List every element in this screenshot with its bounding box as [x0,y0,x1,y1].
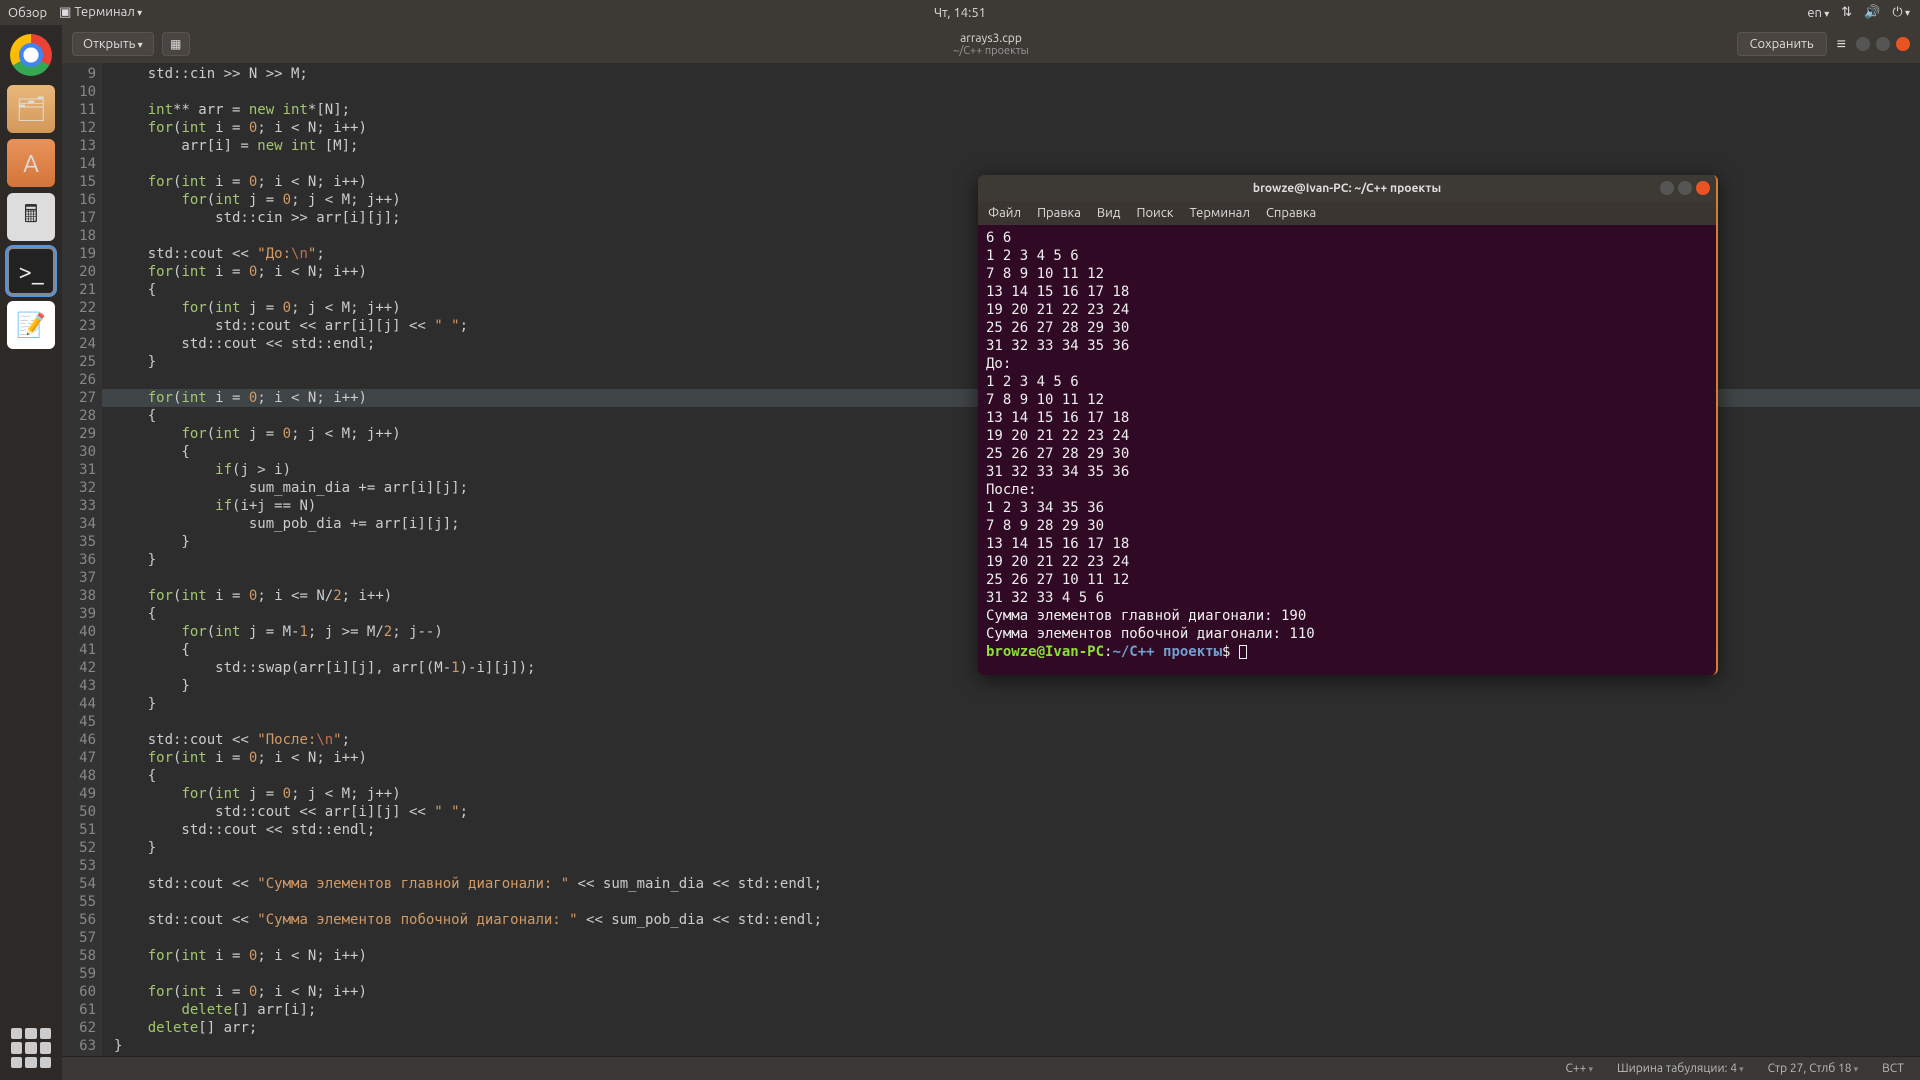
terminal-output-line: 1 2 3 34 35 36 [986,499,1708,517]
terminal-window: browze@Ivan-PC: ~/C++ проекты Файл Правка… [978,175,1718,675]
dock-text-editor-icon[interactable]: 📝 [7,301,55,349]
code-line[interactable] [114,857,1920,875]
terminal-titlebar[interactable]: browze@Ivan-PC: ~/C++ проекты [978,175,1716,201]
power-icon[interactable]: ⏻ [1892,5,1910,20]
terminal-menu-item[interactable]: Справка [1266,206,1316,220]
network-icon[interactable]: ⇅ [1841,5,1852,20]
open-button[interactable]: Открыть [72,32,154,56]
terminal-prompt[interactable]: browze@Ivan-PC:~/C++ проекты$ [986,643,1708,661]
terminal-title: browze@Ivan-PC: ~/C++ проекты [1253,182,1441,195]
editor-header: Открыть ▦ arrays3.cpp ~/C++ проекты Сохр… [62,25,1920,63]
dock-calculator-icon[interactable]: 🖩 [7,193,55,241]
show-applications-icon[interactable] [11,1028,51,1068]
app-menu-label: Терминал [74,5,134,19]
code-line[interactable] [114,929,1920,947]
terminal-output-line: До: [986,355,1708,373]
code-line[interactable]: delete[] arr; [114,1019,1920,1037]
code-line[interactable]: std::cin >> N >> M; [114,65,1920,83]
close-button[interactable] [1896,37,1910,51]
code-line[interactable] [114,965,1920,983]
code-line[interactable]: } [114,1037,1920,1055]
app-menu[interactable]: ▣ Терминал [59,5,142,20]
code-line[interactable]: delete[] arr[i]; [114,1001,1920,1019]
terminal-output-line: 19 20 21 22 23 24 [986,301,1708,319]
code-line[interactable]: } [114,677,1920,695]
terminal-menubar: Файл Правка Вид Поиск Терминал Справка [978,201,1716,225]
dock-software-icon[interactable]: A [7,139,55,187]
terminal-menu-item[interactable]: Терминал [1189,206,1249,220]
editor-filepath: ~/C++ проекты [953,45,1029,57]
new-tab-button[interactable]: ▦ [162,32,190,56]
terminal-output-line: Сумма элементов главной диагонали: 190 [986,607,1708,625]
terminal-output-line: 7 8 9 28 29 30 [986,517,1708,535]
editor-title: arrays3.cpp ~/C++ проекты [953,32,1029,57]
code-line[interactable]: for(int j = 0; j < M; j++) [114,785,1920,803]
code-line[interactable] [114,83,1920,101]
terminal-menu-item[interactable]: Файл [988,206,1021,220]
dock-files-icon[interactable]: 🗂 [7,85,55,133]
language-indicator[interactable]: en [1807,6,1829,20]
terminal-output-line: 6 6 [986,229,1708,247]
status-language[interactable]: C++ [1565,1062,1593,1075]
code-line[interactable]: int** arr = new int*[N]; [114,101,1920,119]
code-line[interactable]: } [114,695,1920,713]
terminal-output-line: Сумма элементов побочной диагонали: 110 [986,625,1708,643]
hamburger-menu-icon[interactable]: ≡ [1837,35,1846,54]
volume-icon[interactable]: 🔊 [1864,5,1880,20]
terminal-output-line: 1 2 3 4 5 6 [986,373,1708,391]
terminal-output-line: 25 26 27 10 11 12 [986,571,1708,589]
top-panel: Обзор ▣ Терминал Чт, 14:51 en ⇅ 🔊 ⏻ [0,0,1920,25]
terminal-menu-item[interactable]: Поиск [1136,206,1173,220]
code-line[interactable]: std::cout << "Сумма элементов главной ди… [114,875,1920,893]
code-line[interactable]: std::cout << arr[i][j] << " "; [114,803,1920,821]
terminal-close-button[interactable] [1696,181,1710,195]
code-line[interactable]: std::cout << "После:\n"; [114,731,1920,749]
terminal-output-line: 13 14 15 16 17 18 [986,409,1708,427]
status-insert-mode[interactable]: ВСТ [1882,1062,1904,1075]
minimize-button[interactable] [1856,37,1870,51]
terminal-body[interactable]: 6 61 2 3 4 5 67 8 9 10 11 1213 14 15 16 … [978,225,1716,675]
dock-terminal-icon[interactable]: >_ [7,247,55,295]
save-button[interactable]: Сохранить [1737,32,1827,56]
code-line[interactable]: for(int i = 0; i < N; i++) [114,119,1920,137]
maximize-button[interactable] [1876,37,1890,51]
code-line[interactable]: for(int i = 0; i < N; i++) [114,983,1920,1001]
code-line[interactable]: for(int i = 0; i < N; i++) [114,947,1920,965]
code-line[interactable]: std::cout << std::endl; [114,821,1920,839]
terminal-output-line: 13 14 15 16 17 18 [986,535,1708,553]
terminal-output-line: 19 20 21 22 23 24 [986,553,1708,571]
status-position[interactable]: Стр 27, Стлб 18 [1768,1062,1859,1075]
terminal-maximize-button[interactable] [1678,181,1692,195]
terminal-output-line: 31 32 33 4 5 6 [986,589,1708,607]
code-line[interactable]: { [114,767,1920,785]
dock: 🗂 A 🖩 >_ 📝 [0,25,62,1080]
terminal-output-line: 7 8 9 10 11 12 [986,265,1708,283]
activities-button[interactable]: Обзор [8,6,47,20]
terminal-output-line: 25 26 27 28 29 30 [986,319,1708,337]
code-line[interactable] [114,893,1920,911]
code-line[interactable]: arr[i] = new int [M]; [114,137,1920,155]
terminal-output-line: 19 20 21 22 23 24 [986,427,1708,445]
terminal-output-line: 13 14 15 16 17 18 [986,283,1708,301]
terminal-menu-item[interactable]: Вид [1097,206,1121,220]
terminal-output-line: 1 2 3 4 5 6 [986,247,1708,265]
terminal-output-line: После: [986,481,1708,499]
status-bar: C++ Ширина табуляции: 4 Стр 27, Стлб 18 … [62,1056,1920,1080]
terminal-output-line: 7 8 9 10 11 12 [986,391,1708,409]
code-line[interactable] [114,155,1920,173]
editor-filename: arrays3.cpp [953,32,1029,45]
terminal-output-line: 31 32 33 34 35 36 [986,337,1708,355]
line-number-gutter: 9101112131415161718192021222324252627282… [62,63,102,1056]
terminal-menu-item[interactable]: Правка [1037,206,1081,220]
code-line[interactable] [114,713,1920,731]
terminal-output-line: 31 32 33 34 35 36 [986,463,1708,481]
clock[interactable]: Чт, 14:51 [934,6,986,20]
code-line[interactable]: for(int i = 0; i < N; i++) [114,749,1920,767]
terminal-minimize-button[interactable] [1660,181,1674,195]
terminal-output-line: 25 26 27 28 29 30 [986,445,1708,463]
status-tabwidth[interactable]: Ширина табуляции: 4 [1617,1062,1744,1075]
code-line[interactable]: } [114,839,1920,857]
code-line[interactable]: std::cout << "Сумма элементов побочной д… [114,911,1920,929]
dock-chrome-icon[interactable] [10,34,52,76]
